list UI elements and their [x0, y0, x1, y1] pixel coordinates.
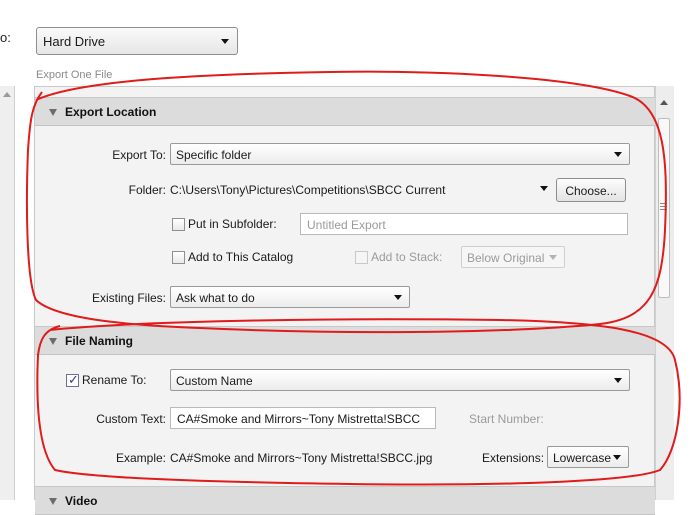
stack-position-select[interactable]: Below Original [461, 246, 565, 268]
add-to-stack-checkbox[interactable] [355, 251, 368, 264]
section-title: Video [65, 494, 98, 508]
preset-panel-edge [0, 86, 15, 500]
add-to-catalog-label: Add to This Catalog [188, 250, 294, 264]
scroll-up-arrow-icon[interactable] [3, 92, 11, 97]
add-to-catalog-checkbox[interactable] [172, 251, 185, 264]
section-header-export-location[interactable]: Export Location [35, 97, 655, 126]
chevron-down-icon [549, 255, 557, 260]
example-filename: CA#Smoke and Mirrors~Tony Mistretta!SBCC… [170, 451, 433, 465]
custom-text-label: Custom Text: [96, 412, 166, 426]
subfolder-placeholder: Untitled Export [307, 218, 386, 232]
disclosure-triangle-icon [49, 498, 57, 505]
chevron-down-icon [613, 455, 621, 460]
put-in-subfolder-checkbox[interactable] [172, 218, 185, 231]
existing-files-value: Ask what to do [176, 291, 255, 305]
existing-files-select[interactable]: Ask what to do [170, 286, 410, 308]
chevron-down-icon [221, 39, 229, 44]
folder-history-chevron-icon[interactable] [540, 186, 548, 191]
chevron-down-icon [614, 152, 622, 157]
export-destination-select[interactable]: Hard Drive [36, 27, 238, 55]
export-count-caption: Export One File [36, 69, 113, 81]
subfolder-name-input[interactable]: Untitled Export [300, 213, 628, 235]
existing-files-label: Existing Files: [91, 291, 166, 305]
chevron-down-icon [394, 295, 402, 300]
rename-template-select[interactable]: Custom Name [170, 369, 630, 391]
start-number-label: Start Number: [469, 412, 544, 426]
add-to-stack-label: Add to Stack: [371, 250, 443, 264]
scroll-up-arrow-icon[interactable] [660, 100, 668, 105]
rename-template-value: Custom Name [176, 374, 253, 388]
rename-to-label: Rename To: [82, 373, 147, 387]
custom-text-value: CA#Smoke and Mirrors~Tony Mistretta!SBCC [177, 412, 421, 426]
disclosure-triangle-icon [49, 109, 57, 116]
custom-text-input[interactable]: CA#Smoke and Mirrors~Tony Mistretta!SBCC [170, 407, 436, 429]
export-destination-value: Hard Drive [43, 34, 106, 49]
section-title: Export Location [65, 105, 157, 119]
checkmark-icon: ✓ [68, 372, 79, 387]
extensions-case-select[interactable]: Lowercase [547, 446, 629, 468]
folder-label: Folder: [128, 183, 166, 197]
put-in-subfolder-label: Put in Subfolder: [188, 217, 277, 231]
rename-to-checkbox[interactable]: ✓ [66, 372, 79, 387]
chevron-down-icon [614, 378, 622, 383]
extensions-label: Extensions: [482, 451, 545, 465]
section-header-file-naming[interactable]: File Naming [35, 326, 655, 355]
example-label: Example: [115, 451, 166, 465]
section-title: File Naming [65, 334, 134, 348]
scrollbar-grip-icon [660, 203, 667, 211]
export-to-select[interactable]: Specific folder [170, 143, 630, 165]
choose-button-label: Choose... [565, 184, 617, 198]
export-to-label-fragment: o: [0, 30, 11, 45]
folder-path: C:\Users\Tony\Pictures\Competitions\SBCC… [170, 183, 446, 197]
section-header-video[interactable]: Video [35, 486, 655, 515]
export-to-value: Specific folder [176, 148, 252, 162]
choose-folder-button[interactable]: Choose... [556, 178, 626, 202]
export-to-label: Export To: [112, 148, 166, 162]
extensions-case-value: Lowercase [553, 451, 612, 465]
stack-position-value: Below Original [467, 251, 545, 265]
disclosure-triangle-icon [49, 338, 57, 345]
